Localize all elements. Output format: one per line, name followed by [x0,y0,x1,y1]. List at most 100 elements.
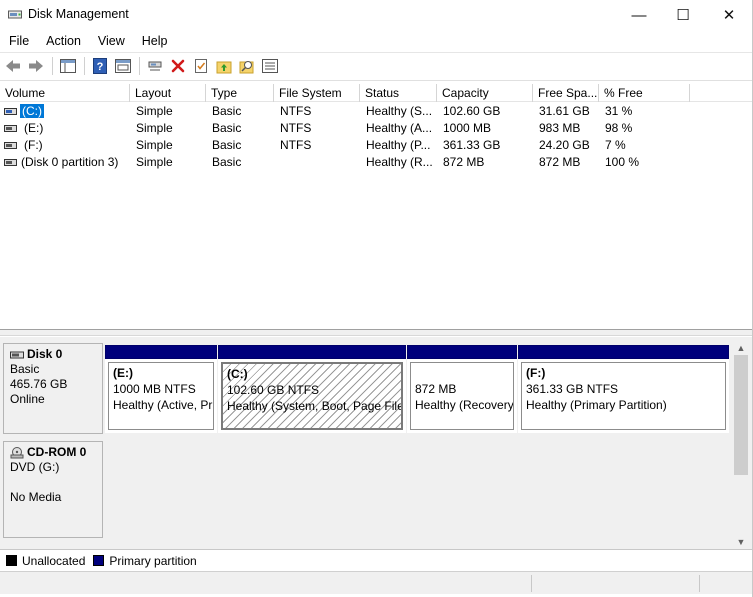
pane-splitter[interactable] [0,329,752,336]
menu-file[interactable]: File [4,34,34,48]
unallocated-swatch [6,555,17,566]
status-cell: Healthy (R... [366,155,433,169]
partition-name: (C:) [227,367,248,381]
properties-button[interactable] [190,55,212,77]
column-header-volume[interactable]: Volume [0,84,130,102]
window-title: Disk Management [28,7,129,21]
volume-name: (F:) [24,138,43,152]
file-system-cell: NTFS [280,104,312,118]
cdrom-0-label[interactable]: CD-ROM 0 DVD (G:) No Media [3,441,103,538]
menu-action[interactable]: Action [41,34,86,48]
legend: Unallocated Primary partition [0,549,752,571]
free-space-cell: 24.20 GB [539,138,590,152]
maximize-button[interactable]: ☐ [660,0,706,30]
partition-bar [407,345,517,359]
layout-cell: Simple [136,104,173,118]
delete-icon [171,59,185,73]
list-view-button[interactable] [259,55,281,77]
minimize-button[interactable]: — [616,0,662,30]
delete-button[interactable] [167,55,189,77]
disk-management-window: Disk Management — ☐ ✕ File Action View H… [0,0,753,597]
up-folder-button[interactable] [213,55,235,77]
cdrom-0-area [105,441,731,537]
search-icon [239,61,254,74]
volume-name: (Disk 0 partition 3) [21,155,119,169]
type-cell: Basic [212,104,242,118]
column-header-type[interactable]: Type [206,84,274,102]
partition-size: 1000 MB NTFS [113,382,196,396]
primary-partition-swatch [93,555,105,566]
help-button[interactable]: ? [89,55,111,77]
disk-type: DVD (G:) [10,460,60,474]
capacity-cell: 361.33 GB [443,138,501,152]
status-bar [0,571,752,594]
forward-button[interactable] [25,55,47,77]
disk-0-label[interactable]: Disk 0 Basic 465.76 GB Online [3,343,103,434]
capacity-cell: 1000 MB [443,121,492,135]
legend-unallocated: Unallocated [6,554,85,568]
status-cell: Healthy (P... [366,138,431,152]
layout-cell: Simple [136,138,173,152]
search-button[interactable] [236,55,258,77]
console-view-icon [115,59,131,73]
layout-cell: Simple [136,121,173,135]
menu-help[interactable]: Help [137,34,173,48]
table-row[interactable]: (Disk 0 partition 3) Simple Basic Health… [0,154,752,171]
table-row[interactable]: (F:) Simple Basic NTFS Healthy (P... 361… [0,137,752,154]
status-separator [531,575,532,592]
column-header-percent-free[interactable]: % Free [599,84,690,102]
graphical-view-scrollbar[interactable]: ▲ ▼ [733,341,749,549]
partition-c[interactable]: (C:) 102.60 GB NTFS Healthy (System, Boo… [218,345,406,433]
close-button[interactable]: ✕ [706,0,752,30]
column-header-capacity[interactable]: Capacity [437,84,533,102]
free-space-cell: 872 MB [539,155,581,169]
table-row[interactable]: (E:) Simple Basic NTFS Healthy (A... 100… [0,120,752,137]
volume-list[interactable]: Volume Layout Type File System Status Ca… [0,84,752,329]
toolbar: ? [0,53,752,79]
column-header-free-space[interactable]: Free Spa... [533,84,599,102]
volume-icon [4,142,17,149]
disk-name: Disk 0 [27,347,63,361]
scroll-down-arrow[interactable]: ▼ [733,535,749,549]
show-hide-console-tree-button[interactable] [57,55,79,77]
scroll-thumb[interactable] [734,355,748,475]
toolbar-separator [84,57,85,75]
volume-icon [4,125,17,132]
partition-bar [105,345,217,359]
disk-state: Online [10,392,45,406]
status-separator [699,575,700,592]
console-view-button[interactable] [112,55,134,77]
help-icon: ? [93,58,107,74]
status-cell: Healthy (A... [366,121,433,135]
percent-free-cell: 98 % [605,121,633,135]
partition-status: Healthy (System, Boot, Page File, Active… [227,399,401,413]
table-row[interactable]: (C:) Simple Basic NTFS Healthy (S... 102… [0,103,752,120]
file-system-cell: NTFS [280,121,312,135]
scroll-up-arrow[interactable]: ▲ [733,341,749,355]
percent-free-cell: 7 % [605,138,626,152]
disk-0-partitions: (E:) 1000 MB NTFS Healthy (Active, Prima… [105,337,731,437]
type-cell: Basic [212,138,242,152]
disk-management-app-icon [8,10,22,19]
capacity-cell: 872 MB [443,155,485,169]
disk-graphical-view: Disk 0 Basic 465.76 GB Online (E:) 1000 … [0,337,752,549]
partition-recovery[interactable]: 872 MB Healthy (Recovery Partition) [407,345,517,433]
up-folder-icon [216,61,232,74]
connect-virtual-disk-button[interactable] [144,55,166,77]
partition-status: Healthy (Active, Primary Partition) [113,398,214,412]
column-header-layout[interactable]: Layout [130,84,206,102]
partition-e[interactable]: (E:) 1000 MB NTFS Healthy (Active, Prima… [105,345,217,433]
disk-name: CD-ROM 0 [27,445,87,459]
list-view-icon [262,59,278,73]
menu-view[interactable]: View [93,34,130,48]
column-header-status[interactable]: Status [360,84,437,102]
back-button[interactable] [2,55,24,77]
partition-name: (E:) [113,366,133,380]
volume-name: (C:) [20,103,44,119]
file-system-cell: NTFS [280,138,312,152]
partition-f[interactable]: (F:) 361.33 GB NTFS Healthy (Primary Par… [518,345,729,433]
percent-free-cell: 31 % [605,104,633,118]
volume-list-header: Volume Layout Type File System Status Ca… [0,84,752,102]
legend-label: Primary partition [109,553,197,568]
column-header-file-system[interactable]: File System [274,84,360,102]
